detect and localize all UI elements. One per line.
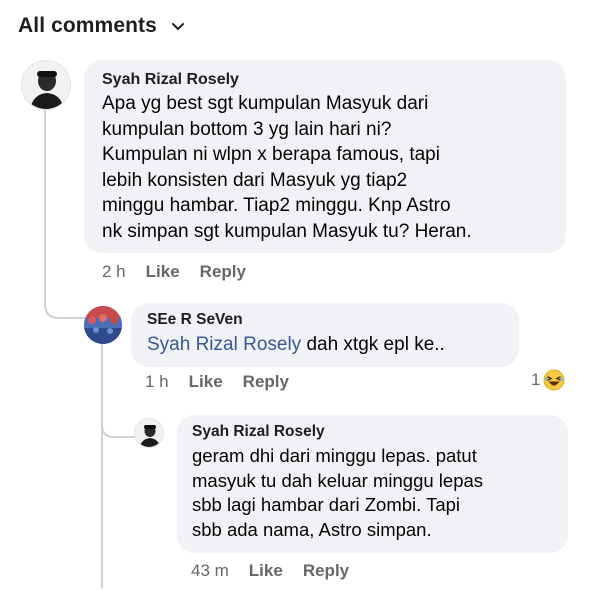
comment-timestamp[interactable]: 2 h — [102, 262, 126, 282]
like-button[interactable]: Like — [249, 561, 283, 581]
comment-line: sbb ada nama, Astro simpan. — [192, 518, 432, 540]
avatar[interactable] — [134, 418, 164, 448]
chevron-down-icon[interactable] — [171, 22, 185, 32]
like-button[interactable]: Like — [189, 372, 223, 392]
person-icon — [139, 425, 161, 447]
comment-line: nk simpan sgt kumpulan Masyuk tu? Heran. — [102, 220, 472, 242]
person-icon — [30, 71, 64, 109]
comment-line: dah xtgk epl ke.. — [301, 334, 445, 355]
comment-actions: 43 m Like Reply — [191, 561, 349, 581]
comment-line: geram dhi dari minggu lepas. patut — [192, 445, 477, 466]
crowd-photo-icon — [84, 306, 122, 344]
comments-filter[interactable]: All comments — [18, 14, 185, 38]
comment-line: minggu hambar. Tiap2 minggu. Knp Astro — [102, 195, 451, 216]
comment-actions: 2 h Like Reply — [102, 262, 246, 282]
comment-line: kumpulan bottom 3 yg lain hari ni? — [102, 118, 392, 140]
comment-author[interactable]: Syah Rizal Rosely — [192, 423, 325, 441]
comment-author[interactable]: SEe R SeVen — [147, 311, 243, 329]
reply-button[interactable]: Reply — [243, 372, 289, 392]
comment-author[interactable]: Syah Rizal Rosely — [102, 71, 239, 89]
thread-connector — [101, 405, 137, 438]
comments-filter-label: All comments — [18, 14, 157, 37]
comment-text: geram dhi dari minggu lepas. patut masyu… — [192, 444, 562, 542]
comment-timestamp[interactable]: 43 m — [191, 561, 229, 581]
mention-link[interactable]: Syah Rizal Rosely — [147, 334, 301, 355]
thread-connector — [44, 290, 90, 319]
thread-line — [44, 108, 46, 304]
comment-text: Syah Rizal Rosely dah xtgk epl ke.. — [147, 332, 445, 357]
thread-line — [101, 340, 103, 588]
laughing-emoji-icon — [543, 369, 565, 391]
avatar[interactable] — [84, 306, 122, 344]
reply-button[interactable]: Reply — [303, 561, 349, 581]
comment-line: Kumpulan ni wlpn x berapa famous, tapi — [102, 144, 440, 165]
comment-line: sbb lagi hambar dari Zombi. Tapi — [192, 494, 461, 515]
reply-button[interactable]: Reply — [200, 262, 246, 282]
comment-timestamp[interactable]: 1 h — [145, 372, 169, 392]
comment-line: masyuk tu dah keluar minggu lepas — [192, 469, 484, 491]
comment-text: Apa yg best sgt kumpulan Masyuk dari kum… — [102, 91, 562, 244]
comment-line: lebih konsisten dari Masyuk yg tiap2 — [102, 169, 408, 191]
like-button[interactable]: Like — [146, 262, 180, 282]
reaction-count: 1 — [531, 370, 541, 389]
avatar[interactable] — [21, 60, 71, 110]
reaction-summary[interactable]: 1 — [531, 369, 565, 391]
comment-line: Apa yg best sgt kumpulan Masyuk dari — [102, 93, 429, 114]
comment-actions: 1 h Like Reply — [145, 372, 289, 392]
